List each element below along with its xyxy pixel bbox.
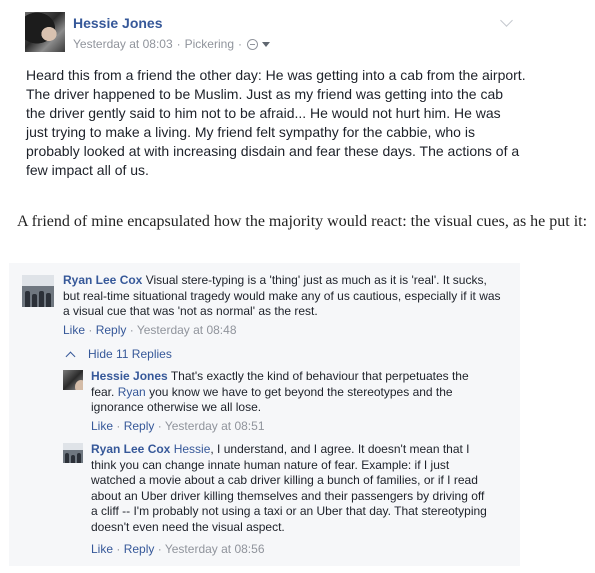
reply-actions: Like · Reply · Yesterday at 08:56 — [91, 542, 265, 556]
separator: · — [129, 323, 134, 337]
reply-link[interactable]: Reply — [124, 419, 155, 433]
separator: · — [238, 37, 242, 51]
chevron-up-icon — [65, 351, 76, 361]
mention-link[interactable]: Hessie — [174, 442, 211, 456]
post-timestamp[interactable]: Yesterday at 08:03 — [73, 37, 173, 51]
comment-timestamp[interactable]: Yesterday at 08:48 — [137, 323, 237, 337]
reply-actions: Like · Reply · Yesterday at 08:51 — [91, 419, 265, 433]
post-card: Hessie Jones Yesterday at 08:03 · Picker… — [9, 0, 526, 198]
separator: · — [157, 419, 162, 433]
comment-author[interactable]: Ryan Lee Cox — [63, 273, 142, 287]
post-meta: Yesterday at 08:03 · Pickering · — [73, 37, 270, 51]
globe-icon — [247, 38, 258, 50]
post-body: Heard this from a friend the other day: … — [26, 67, 526, 178]
mention-link[interactable]: Ryan — [118, 385, 146, 399]
reply-link[interactable]: Reply — [96, 323, 127, 337]
chevron-down-icon[interactable] — [500, 14, 513, 27]
reply-author[interactable]: Ryan Lee Cox — [91, 442, 170, 456]
hide-replies-button[interactable]: Hide 11 Replies — [65, 347, 172, 361]
separator: · — [116, 419, 121, 433]
separator: · — [88, 323, 93, 337]
reply-avatar[interactable] — [63, 370, 83, 390]
author-avatar[interactable] — [25, 12, 65, 52]
reply-author[interactable]: Hessie Jones — [91, 369, 168, 383]
commenter-avatar[interactable] — [22, 275, 54, 307]
like-link[interactable]: Like — [63, 323, 85, 337]
reply-link[interactable]: Reply — [124, 542, 155, 556]
comment-actions: Like · Reply · Yesterday at 08:48 — [63, 323, 237, 337]
reply-comment: Hessie Jones That's exactly the kind of … — [91, 369, 486, 416]
separator: · — [176, 37, 181, 51]
hide-replies-label: Hide 11 Replies — [88, 347, 172, 361]
reply-timestamp[interactable]: Yesterday at 08:51 — [165, 419, 265, 433]
separator: · — [157, 542, 162, 556]
like-link[interactable]: Like — [91, 419, 113, 433]
comment: Ryan Lee Cox Visual stere-typing is a 't… — [63, 273, 503, 320]
reply-timestamp[interactable]: Yesterday at 08:56 — [165, 542, 265, 556]
separator: · — [116, 542, 121, 556]
post-location[interactable]: Pickering — [185, 37, 234, 51]
privacy-dropdown-icon[interactable] — [262, 41, 270, 47]
like-link[interactable]: Like — [91, 542, 113, 556]
comment-thread: Ryan Lee Cox Visual stere-typing is a 't… — [9, 263, 520, 566]
reply-text: you know we have to get beyond the stere… — [91, 384, 453, 415]
reply-avatar[interactable] — [63, 443, 83, 463]
article-paragraph: A friend of mine encapsulated how the ma… — [17, 213, 588, 230]
reply-comment: Ryan Lee Cox Hessie, I understand, and I… — [91, 442, 491, 535]
post-author-name[interactable]: Hessie Jones — [73, 15, 163, 31]
